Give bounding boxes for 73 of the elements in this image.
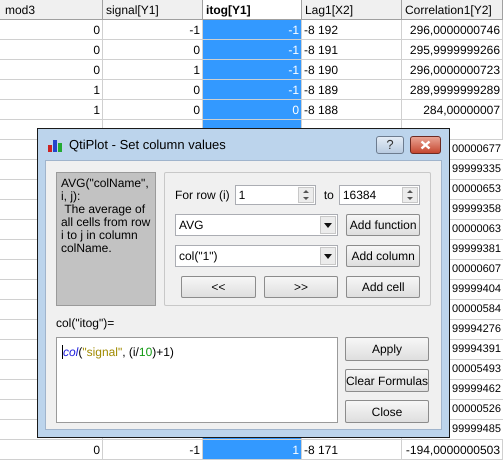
spin-arrows-icon[interactable]: [298, 187, 314, 203]
dialog-button[interactable]: Apply: [345, 337, 429, 361]
table-cell-text: 99994276: [452, 322, 501, 338]
table-cell-text: 00005493: [452, 362, 501, 378]
table-cell-text: 00000677: [452, 142, 501, 158]
combo-box[interactable]: col("1"): [175, 245, 338, 267]
table-cell: 0: [103, 40, 203, 60]
column-header[interactable]: Correlation1[Y2]: [402, 0, 503, 20]
table-cell: -1: [203, 60, 302, 80]
table-cell-text: 00000063: [452, 222, 501, 238]
table-cell: -1: [203, 40, 302, 60]
formula-editor[interactable]: col("signal", (i/10)+1): [56, 337, 338, 423]
column-header[interactable]: Lag1[X2]: [302, 0, 402, 20]
table-cell: -8 190: [302, 60, 402, 80]
table-cell: 289,9999999289: [402, 80, 503, 100]
table-cell: -194,0000000503: [402, 440, 503, 460]
table-cell-text: 99999462: [452, 382, 501, 398]
table-cell: -8 191: [302, 40, 402, 60]
table-cell: 0: [0, 20, 103, 40]
dialog-button[interactable]: Add column: [346, 245, 420, 267]
row-from-label: For row (i): [175, 187, 230, 204]
close-button[interactable]: [410, 136, 441, 154]
table-cell: 0: [203, 100, 302, 120]
table-cell: -1: [103, 20, 203, 40]
spin-box[interactable]: 1: [234, 185, 316, 205]
table-cell-text: 99999485: [452, 422, 501, 438]
table-cell: 0: [103, 100, 203, 120]
close-icon: [420, 140, 431, 150]
table-cell: 0: [103, 80, 203, 100]
combo-box[interactable]: AVG: [175, 214, 338, 236]
help-button[interactable]: ?: [376, 136, 404, 154]
table-cell: -8 192: [302, 20, 402, 40]
window-title: QtiPlot - Set column values: [69, 136, 227, 154]
column-header[interactable]: itog[Y1]: [203, 0, 302, 20]
table-cell: -8 171: [302, 440, 402, 460]
table-cell-text: 00000584: [452, 302, 501, 318]
table-cell-text: 00000607: [452, 262, 501, 278]
spin-box[interactable]: 16384: [338, 185, 420, 205]
dialog-button[interactable]: >>: [264, 276, 338, 298]
table-cell: -1: [103, 440, 203, 460]
dialog-button[interactable]: <<: [181, 276, 256, 298]
table-cell: 1: [103, 60, 203, 80]
table-cell: 0: [0, 40, 103, 60]
table-cell-text: 99994391: [452, 342, 501, 358]
table-cell: 0: [0, 440, 103, 460]
table-cell: -8 188: [302, 100, 402, 120]
table-cell: 1: [0, 100, 103, 120]
table-cell-text: 99999404: [452, 282, 501, 298]
table-cell-text: 99999335: [452, 162, 501, 178]
dialog-button[interactable]: Close: [345, 400, 429, 423]
dialog-button[interactable]: Add cell: [346, 276, 420, 298]
help-panel: AVG("colName", i, j): The average of all cells from row i to j in column colName.: [56, 172, 156, 306]
table-cell: 296,0000000723: [402, 60, 503, 80]
table-cell: -1: [203, 20, 302, 40]
table-cell: -8 189: [302, 80, 402, 100]
table-cell: 296,0000000746: [402, 20, 503, 40]
table-cell: 0: [0, 60, 103, 80]
column-header[interactable]: mod3: [0, 0, 103, 20]
table-cell: 295,9999999266: [402, 40, 503, 60]
formula-label: col("itog")=: [56, 315, 116, 332]
column-header[interactable]: signal[Y1]: [103, 0, 203, 20]
dialog-button[interactable]: Add function: [346, 214, 420, 236]
row-to-label: to: [324, 187, 334, 204]
table-cell: 1: [0, 80, 103, 100]
table-cell-text: 00000653: [452, 182, 501, 198]
table-cell-text: 99999358: [452, 202, 501, 218]
spin-arrows-icon[interactable]: [402, 187, 418, 203]
table-cell-text: 99999381: [452, 242, 501, 258]
table-cell: 1: [203, 440, 302, 460]
table-cell: 284,00000007: [402, 100, 503, 120]
table-cell: -1: [203, 80, 302, 100]
dialog-button[interactable]: Clear Formulas: [345, 369, 429, 392]
table-cell-text: 00000526: [452, 402, 501, 418]
